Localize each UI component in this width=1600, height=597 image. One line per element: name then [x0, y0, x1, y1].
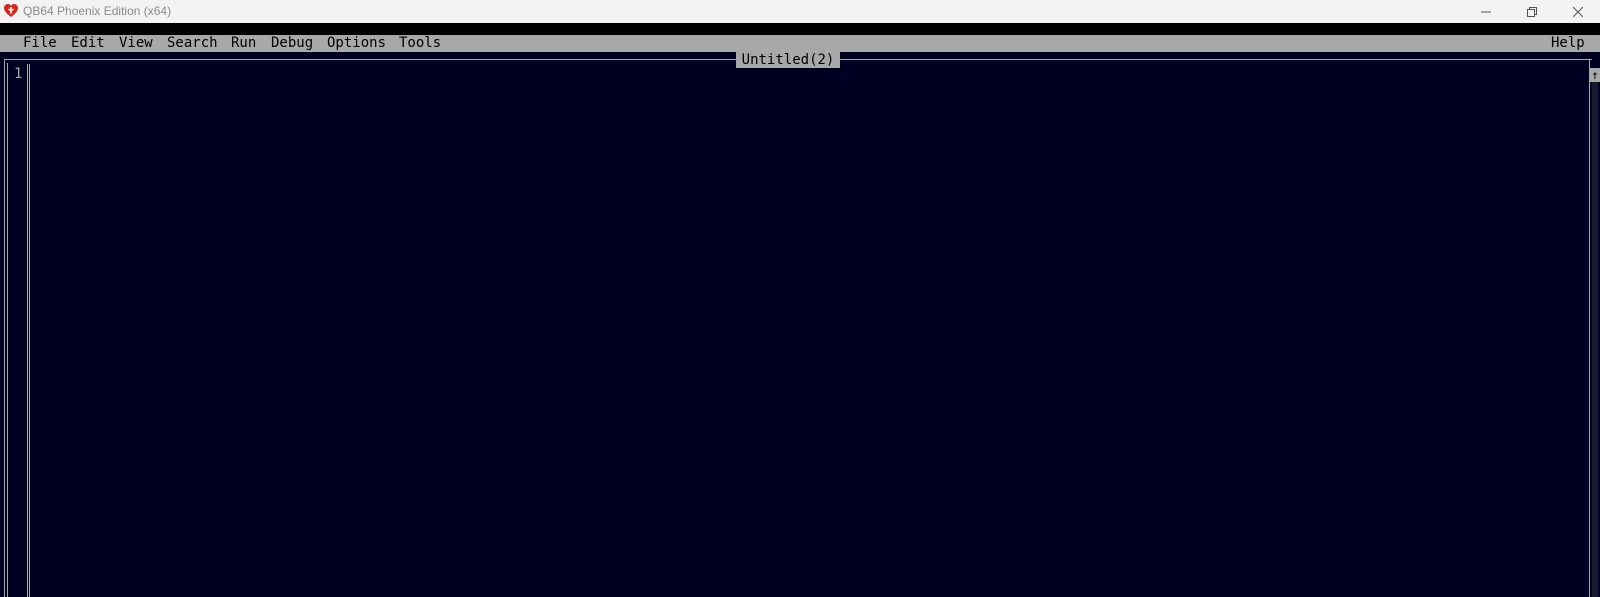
menu-tools[interactable]: Tools — [399, 35, 441, 52]
menu-file[interactable]: File — [23, 35, 57, 52]
menu-edit[interactable]: Edit — [71, 35, 105, 52]
frame-right — [1589, 59, 1590, 597]
line-number: 1 — [14, 66, 23, 82]
minimize-button[interactable] — [1463, 0, 1509, 23]
menu-help[interactable]: Help — [1551, 35, 1585, 52]
menu-options[interactable]: Options — [327, 35, 386, 52]
code-editor[interactable]: Untitled(2) 1 ↑ — [0, 52, 1600, 597]
window-title: QB64 Phoenix Edition (x64) — [23, 4, 172, 18]
frame-top-left — [4, 59, 736, 60]
close-icon — [1573, 6, 1583, 17]
frame-left-outer — [4, 59, 5, 597]
menu-search[interactable]: Search — [167, 35, 218, 52]
restore-button[interactable] — [1509, 0, 1555, 23]
vertical-scrollbar[interactable] — [1592, 82, 1598, 597]
menu-run[interactable]: Run — [231, 35, 256, 52]
frame-top-right — [840, 59, 1592, 60]
window-title-bar[interactable]: QB64 Phoenix Edition (x64) — [0, 0, 1600, 23]
menu-debug[interactable]: Debug — [271, 35, 313, 52]
menu-bar: File Edit View Search Run Debug Options … — [0, 35, 1600, 52]
qb64-phoenix-icon — [3, 3, 19, 19]
frame-left-inner — [7, 63, 8, 597]
gutter-separator — [27, 64, 28, 597]
scroll-up-arrow-icon[interactable]: ↑ — [1590, 68, 1600, 82]
restore-icon — [1527, 6, 1537, 17]
minimize-icon — [1481, 11, 1491, 12]
title-separator — [0, 23, 1600, 35]
close-button[interactable] — [1555, 0, 1600, 23]
menu-view[interactable]: View — [119, 35, 153, 52]
gutter-separator-inner — [29, 64, 30, 597]
file-title: Untitled(2) — [736, 52, 840, 68]
